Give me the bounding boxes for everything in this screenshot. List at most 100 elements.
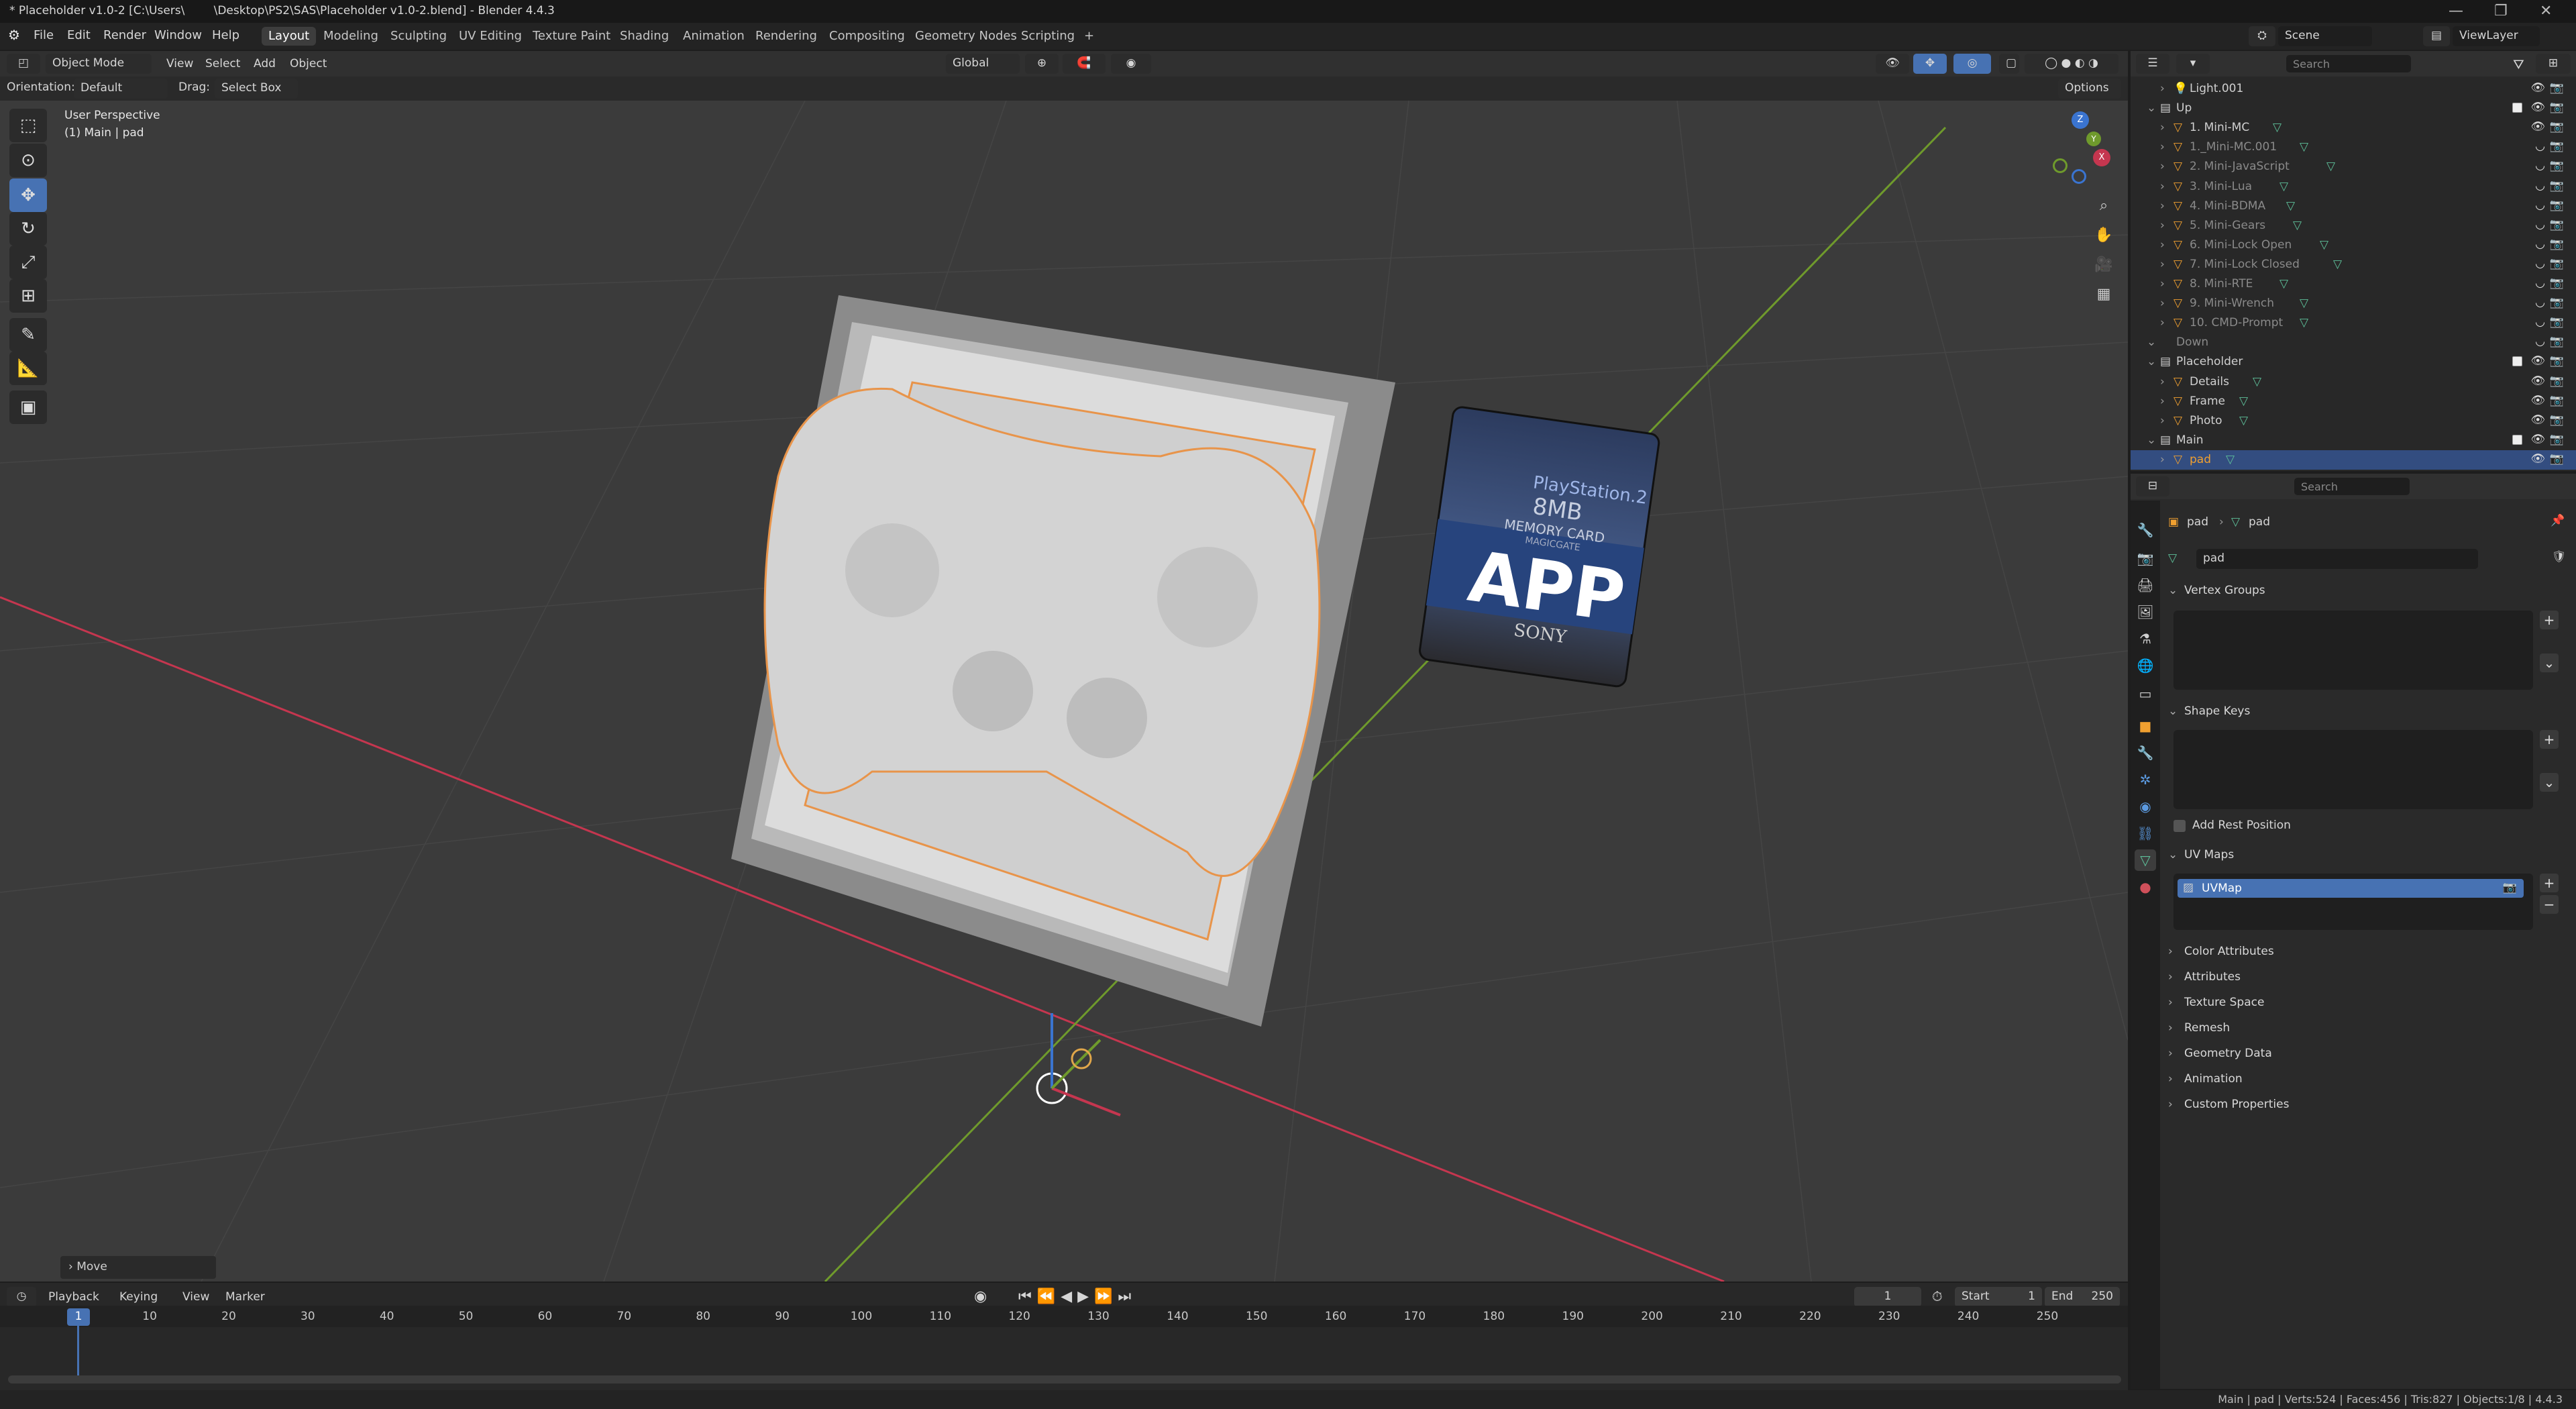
eye-closed-icon[interactable]: ◡: [2535, 179, 2545, 193]
chevron-down-icon[interactable]: ⌄: [2147, 433, 2156, 447]
tab-layout[interactable]: Layout: [262, 27, 317, 46]
eye-closed-icon[interactable]: ◡: [2535, 335, 2545, 348]
world-tab-icon[interactable]: 🌐: [2135, 655, 2156, 676]
viewport-menu-select[interactable]: Select: [205, 57, 240, 70]
render-visibility-icon[interactable]: 📷: [2550, 140, 2564, 153]
auto-key-icon[interactable]: ◉: [974, 1288, 987, 1305]
drag-selector[interactable]: Select Box: [215, 79, 298, 99]
visibility-icon[interactable]: 👁: [1876, 54, 1909, 74]
render-visibility-icon[interactable]: 📷: [2550, 354, 2564, 368]
outliner-row[interactable]: ⌄ ▤ Up 👁 📷: [2131, 99, 2576, 118]
outliner-row[interactable]: › ▽ 10. CMD-Prompt ▽ ◡ 📷: [2131, 313, 2576, 333]
add-rest-position-checkbox[interactable]: [2174, 820, 2186, 832]
close-button[interactable]: ✕: [2540, 3, 2552, 19]
menu-render[interactable]: Render: [103, 28, 146, 42]
properties-editor-icon[interactable]: ⊟: [2136, 476, 2169, 497]
pivot-icon[interactable]: ⊕: [1025, 54, 1059, 74]
restore-button[interactable]: ❐: [2494, 3, 2508, 19]
chevron-right-icon[interactable]: ›: [2160, 277, 2165, 291]
measure-tool-icon[interactable]: 📐: [9, 352, 47, 385]
render-visibility-icon[interactable]: 📷: [2550, 374, 2564, 388]
object-tab-icon[interactable]: ■: [2135, 715, 2156, 737]
shape-key-menu-button[interactable]: ⌄: [2540, 773, 2559, 792]
mesh-data-icon[interactable]: ▽: [2300, 140, 2308, 154]
mesh-data-icon[interactable]: ▽: [2286, 199, 2295, 213]
timeline-menu-view[interactable]: View: [182, 1290, 209, 1304]
menu-file[interactable]: File: [34, 28, 54, 42]
mode-selector[interactable]: Object Mode: [46, 54, 152, 74]
particles-tab-icon[interactable]: ✲: [2135, 769, 2156, 790]
data-tab-icon[interactable]: ▽: [2135, 849, 2156, 871]
eye-icon[interactable]: 👁: [2530, 433, 2545, 446]
chevron-down-icon[interactable]: ⌄: [2147, 101, 2156, 115]
cursor-tool-icon[interactable]: ⊙: [9, 144, 47, 177]
vertex-groups-panel-header[interactable]: ⌄ Vertex Groups: [2164, 580, 2567, 601]
mesh-data-icon[interactable]: ▽: [2300, 316, 2308, 329]
display-mode-icon[interactable]: ▾: [2176, 54, 2210, 74]
collection-tab-icon[interactable]: ▭: [2135, 683, 2156, 704]
eye-icon[interactable]: 👁: [2530, 81, 2545, 95]
add-vertex-group-button[interactable]: +: [2540, 611, 2559, 629]
transform-tool-icon[interactable]: ⊞: [9, 279, 47, 313]
transform-orientation-selector[interactable]: Global: [946, 54, 1020, 74]
vertex-groups-list[interactable]: [2174, 611, 2533, 690]
outliner-row[interactable]: › ▽ Frame ▽ 👁 📷: [2131, 392, 2576, 411]
eye-closed-icon[interactable]: ◡: [2535, 159, 2545, 172]
render-visibility-icon[interactable]: 📷: [2550, 296, 2564, 309]
outliner-row[interactable]: › ▽ 5. Mini-Gears ▽ ◡ 📷: [2131, 216, 2576, 236]
properties-editor[interactable]: ⊟ Search 🔧 📷 🖨 🖼 ⚗ 🌐 ▭ ■ 🔧 ✲ ◉ ⛓ ▽ ● ▣ p…: [2131, 474, 2576, 1389]
exclude-checkbox[interactable]: [2512, 356, 2522, 367]
collapsed-panel-header[interactable]: › Animation: [2164, 1068, 2567, 1090]
timeline-menu-keying[interactable]: Keying: [119, 1290, 158, 1304]
output-tab-icon[interactable]: 🖨: [2135, 574, 2156, 596]
outliner-row[interactable]: › ▽ pad ▽ 👁 📷: [2131, 450, 2576, 470]
annotate-tool-icon[interactable]: ✎: [9, 318, 47, 352]
outliner-row[interactable]: › ▽ 2. Mini-JavaScript ▽ ◡ 📷: [2131, 157, 2576, 176]
viewport-menu-object[interactable]: Object: [290, 57, 327, 70]
render-visibility-icon[interactable]: 📷: [2550, 394, 2564, 407]
mesh-data-icon[interactable]: ▽: [2300, 297, 2308, 310]
render-visibility-icon[interactable]: 📷: [2550, 452, 2564, 466]
chevron-right-icon[interactable]: ›: [2160, 316, 2165, 329]
editor-type-icon[interactable]: ◰: [7, 54, 40, 74]
chevron-right-icon[interactable]: ›: [2160, 199, 2165, 213]
tab-uv-editing[interactable]: UV Editing: [452, 27, 529, 46]
tab-shading[interactable]: Shading: [613, 27, 676, 46]
add-shape-key-button[interactable]: +: [2540, 730, 2559, 749]
outliner-row[interactable]: › ▽ 9. Mini-Wrench ▽ ◡ 📷: [2131, 294, 2576, 313]
eye-closed-icon[interactable]: ◡: [2535, 238, 2545, 251]
tab-texture-paint[interactable]: Texture Paint: [526, 27, 617, 46]
eye-closed-icon[interactable]: ◡: [2535, 140, 2545, 153]
render-visibility-icon[interactable]: 📷: [2550, 276, 2564, 290]
tool-tab-icon[interactable]: 🔧: [2135, 519, 2156, 541]
chevron-down-icon[interactable]: ⌄: [2147, 355, 2156, 368]
mesh-data-icon[interactable]: ▽: [2326, 160, 2335, 173]
collapsed-panel-header[interactable]: › Geometry Data: [2164, 1043, 2567, 1064]
render-visibility-icon[interactable]: 📷: [2550, 335, 2564, 348]
xray-icon[interactable]: ▢: [1999, 54, 2019, 74]
render-visibility-icon[interactable]: 📷: [2550, 81, 2564, 95]
mesh-data-icon[interactable]: ▽: [2273, 121, 2282, 134]
mesh-data-icon[interactable]: ▽: [2279, 277, 2288, 291]
data-browse-icon[interactable]: ▽: [2168, 552, 2177, 565]
chevron-right-icon[interactable]: ›: [2160, 219, 2165, 232]
outliner-row[interactable]: › ▽ Details ▽ 👁 📷: [2131, 372, 2576, 392]
eye-icon[interactable]: 👁: [2530, 120, 2545, 134]
playback-controls-icon[interactable]: ⏮⏪◀▶⏩⏭: [1018, 1288, 1136, 1305]
outliner-editor-icon[interactable]: ☰: [2136, 54, 2169, 74]
eye-closed-icon[interactable]: ◡: [2535, 296, 2545, 309]
camera-view-icon[interactable]: 🎥: [2089, 250, 2118, 279]
start-frame-field[interactable]: Start 1: [1955, 1287, 2042, 1307]
eye-icon[interactable]: 👁: [2530, 394, 2545, 407]
mesh-data-icon[interactable]: ▽: [2293, 219, 2302, 232]
gizmo-neg-z-icon[interactable]: [2072, 169, 2086, 184]
eye-closed-icon[interactable]: ◡: [2535, 199, 2545, 212]
render-visibility-icon[interactable]: 📷: [2550, 238, 2564, 251]
tab-sculpting[interactable]: Sculpting: [384, 27, 453, 46]
select-tool-icon[interactable]: ⬚: [9, 109, 47, 142]
eye-closed-icon[interactable]: ◡: [2535, 276, 2545, 290]
add-cube-tool-icon[interactable]: ▣: [9, 390, 47, 424]
chevron-right-icon[interactable]: ›: [2160, 258, 2165, 271]
uv-maps-panel-header[interactable]: ⌄ UV Maps: [2164, 844, 2567, 866]
chevron-right-icon[interactable]: ›: [2160, 121, 2165, 134]
